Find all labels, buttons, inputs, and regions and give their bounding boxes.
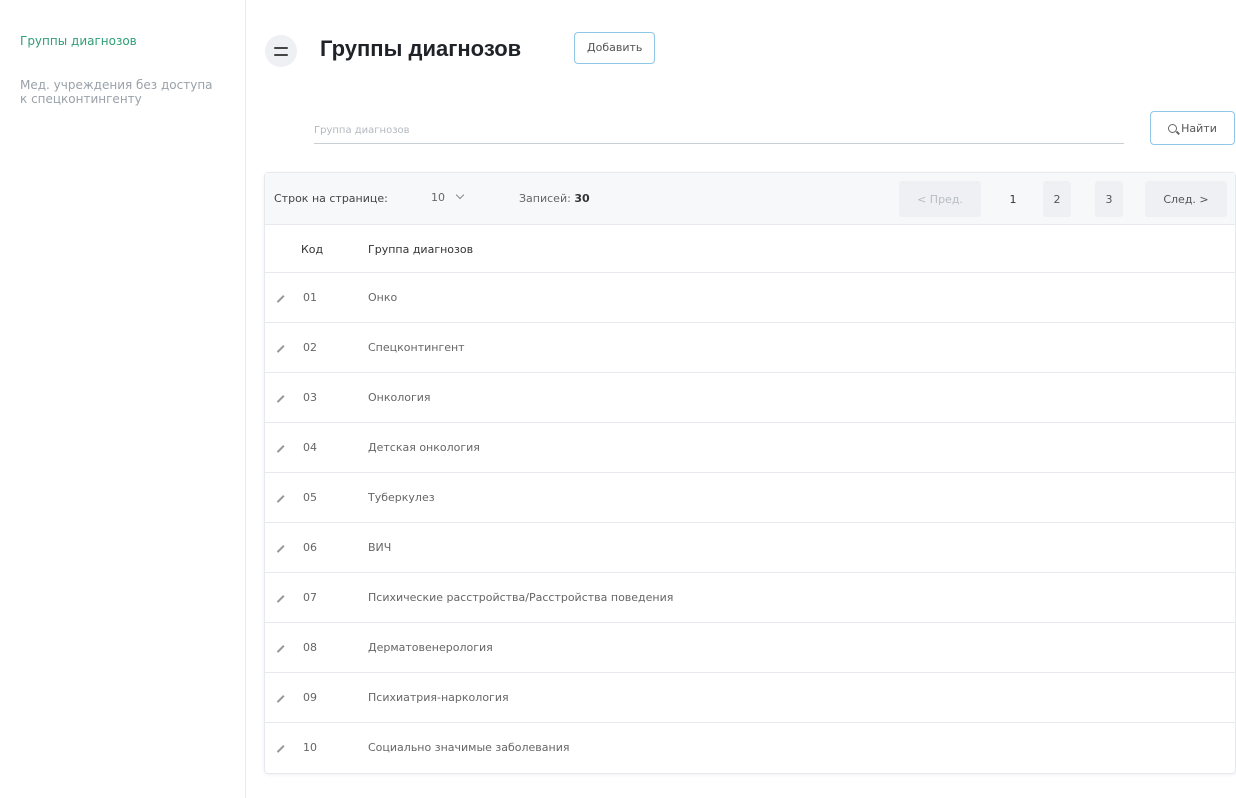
cell-code: 03 xyxy=(303,391,317,404)
table-row[interactable]: 07 Психические расстройства/Расстройства … xyxy=(265,573,1235,623)
cell-name: Психические расстройства/Расстройства по… xyxy=(368,591,674,604)
hamburger-icon[interactable] xyxy=(265,35,297,67)
cell-code: 06 xyxy=(303,541,317,554)
table-body: 01 Онко 02 Спецконтингент 03 Онкология 04 Де… xyxy=(265,273,1235,773)
cell-name: Онко xyxy=(368,291,398,304)
pagination-page-3[interactable]: 3 xyxy=(1095,181,1123,217)
edit-icon[interactable] xyxy=(275,493,285,503)
table-row[interactable]: 10 Социально значимые заболевания xyxy=(265,723,1235,773)
edit-icon[interactable] xyxy=(275,343,285,353)
add-button[interactable]: Добавить xyxy=(574,32,656,64)
column-header-name[interactable]: Группа диагнозов xyxy=(368,243,473,256)
table-row[interactable]: 06 ВИЧ xyxy=(265,523,1235,573)
cell-code: 08 xyxy=(303,641,317,654)
chevron-down-icon xyxy=(455,190,465,200)
cell-code: 05 xyxy=(303,491,317,504)
sidebar: Группы диагнозов Мед. учреждения без дос… xyxy=(0,0,246,798)
cell-code: 10 xyxy=(303,741,317,754)
cell-name: Детская онкология xyxy=(368,441,480,454)
edit-icon[interactable] xyxy=(275,393,285,403)
cell-code: 09 xyxy=(303,691,317,704)
table-row[interactable]: 02 Спецконтингент xyxy=(265,323,1235,373)
cell-code: 01 xyxy=(303,291,317,304)
cell-name: ВИЧ xyxy=(368,541,392,554)
edit-icon[interactable] xyxy=(275,743,285,753)
table-header: Код Группа диагнозов xyxy=(265,225,1235,273)
table-row[interactable]: 09 Психиатрия-наркология xyxy=(265,673,1235,723)
records-value: 30 xyxy=(574,192,590,205)
edit-icon[interactable] xyxy=(275,443,285,453)
pagination-page-2[interactable]: 2 xyxy=(1043,181,1071,217)
table-row[interactable]: 03 Онкология xyxy=(265,373,1235,423)
cell-code: 04 xyxy=(303,441,317,454)
column-header-code[interactable]: Код xyxy=(301,243,323,256)
table-row[interactable]: 08 Дерматовенерология xyxy=(265,623,1235,673)
cell-name: Туберкулез xyxy=(368,491,435,504)
cell-name: Онкология xyxy=(368,391,431,404)
table-row[interactable]: 05 Туберкулез xyxy=(265,473,1235,523)
search-icon xyxy=(1168,123,1178,133)
pagination-page-1[interactable]: 1 xyxy=(999,181,1027,217)
table-row[interactable]: 01 Онко xyxy=(265,273,1235,323)
edit-icon[interactable] xyxy=(275,593,285,603)
cell-name: Дерматовенерология xyxy=(368,641,493,654)
page-title: Группы диагнозов xyxy=(320,36,522,61)
edit-icon[interactable] xyxy=(275,693,285,703)
table-row[interactable]: 04 Детская онкология xyxy=(265,423,1235,473)
edit-icon[interactable] xyxy=(275,293,285,303)
rows-per-page-value: 10 xyxy=(431,191,445,204)
edit-icon[interactable] xyxy=(275,643,285,653)
table-toolbar: Строк на странице: 10 Записей: 30 < Пред… xyxy=(265,173,1235,225)
cell-code: 02 xyxy=(303,341,317,354)
sidebar-item-facilities-without-access[interactable]: Мед. учреждения без доступа к спецконтин… xyxy=(20,78,220,106)
rows-per-page-select[interactable]: 10 xyxy=(431,190,465,204)
cell-name: Социально значимые заболевания xyxy=(368,741,570,754)
cell-code: 07 xyxy=(303,591,317,604)
diagnosis-groups-table: Строк на странице: 10 Записей: 30 < Пред… xyxy=(264,172,1236,774)
pagination-prev-button[interactable]: < Пред. xyxy=(899,181,981,217)
records-label: Записей: xyxy=(519,192,571,205)
cell-name: Спецконтингент xyxy=(368,341,465,354)
edit-icon[interactable] xyxy=(275,543,285,553)
rows-per-page-label: Строк на странице: xyxy=(274,192,388,205)
find-button[interactable]: Найти xyxy=(1150,111,1235,145)
records-count: Записей: 30 xyxy=(519,192,590,205)
sidebar-item-diagnosis-groups[interactable]: Группы диагнозов xyxy=(20,34,137,48)
cell-name: Психиатрия-наркология xyxy=(368,691,509,704)
search-input[interactable] xyxy=(314,118,1124,144)
pagination-next-button[interactable]: След. > xyxy=(1145,181,1227,217)
find-button-label: Найти xyxy=(1181,121,1217,135)
